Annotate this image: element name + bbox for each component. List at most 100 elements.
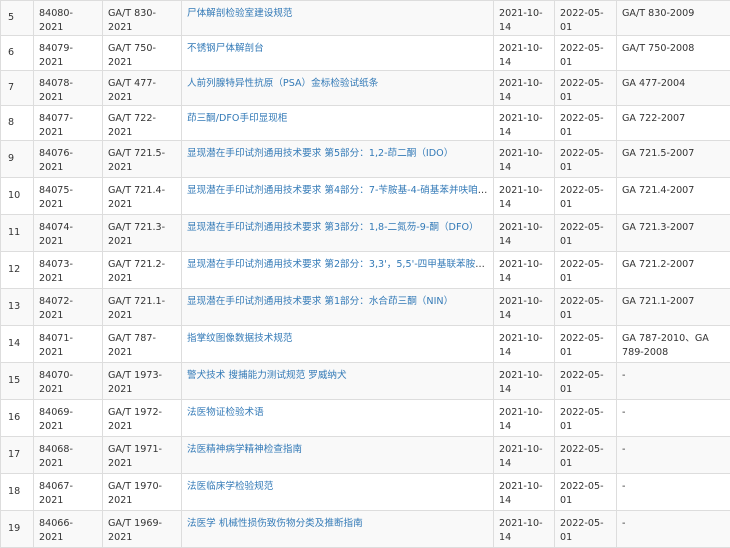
replaced-standard: GA 721.1-2007 bbox=[622, 296, 694, 307]
replaced-standard: - bbox=[622, 370, 625, 381]
standard-title-link[interactable]: 显现潜在手印试剂通用技术要求 第3部分：1,8-二氮芴-9-酮（DFO） bbox=[187, 222, 479, 233]
cell-replaced-standard: GA/T 830-2009 bbox=[617, 1, 730, 36]
replaced-standard: GA/T 750-2008 bbox=[622, 43, 694, 54]
effective-date: 2022-05-01 bbox=[560, 518, 604, 543]
table-row: 1784068-2021GA/T 1971-2021法医精神病学精神检查指南20… bbox=[1, 437, 730, 474]
standard-title-link[interactable]: 显现潜在手印试剂通用技术要求 第4部分：7-苄胺基-4-硝基苯并呋咱（… bbox=[187, 185, 488, 196]
cell-issue-date: 2021-10-14 bbox=[494, 1, 555, 36]
effective-date: 2022-05-01 bbox=[560, 296, 604, 321]
cell-issue-date: 2021-10-14 bbox=[494, 437, 555, 474]
cell-replaced-standard: GA 721.4-2007 bbox=[617, 178, 730, 215]
standard-code: GA/T 750-2021 bbox=[108, 43, 156, 68]
issue-date: 2021-10-14 bbox=[499, 8, 543, 33]
effective-date: 2022-05-01 bbox=[560, 259, 604, 284]
cell-replaced-standard: - bbox=[617, 363, 730, 400]
cell-standard-code: GA/T 477-2021 bbox=[103, 71, 182, 106]
cell-issue-date: 2021-10-14 bbox=[494, 363, 555, 400]
replaced-standard: - bbox=[622, 518, 625, 529]
record-id: 84067-2021 bbox=[39, 481, 73, 506]
cell-issue-date: 2021-10-14 bbox=[494, 474, 555, 511]
record-id: 84072-2021 bbox=[39, 296, 73, 321]
cell-standard-title-link: 显现潜在手印试剂通用技术要求 第2部分：3,3'，5,5'-四甲基联苯胺（T… bbox=[182, 252, 494, 289]
standard-title-link[interactable]: 指掌纹图像数据技术规范 bbox=[187, 333, 293, 344]
cell-effective-date: 2022-05-01 bbox=[555, 106, 617, 141]
cell-standard-title-link: 茚三酮/DFO手印显现柜 bbox=[182, 106, 494, 141]
cell-record-id: 84078-2021 bbox=[34, 71, 103, 106]
cell-effective-date: 2022-05-01 bbox=[555, 36, 617, 71]
standard-title-link[interactable]: 警犬技术 搜捕能力测试规范 罗威纳犬 bbox=[187, 370, 347, 381]
cell-standard-code: GA/T 722-2021 bbox=[103, 106, 182, 141]
effective-date: 2022-05-01 bbox=[560, 8, 604, 33]
cell-record-id: 84072-2021 bbox=[34, 289, 103, 326]
cell-record-id: 84073-2021 bbox=[34, 252, 103, 289]
cell-issue-date: 2021-10-14 bbox=[494, 36, 555, 71]
record-id: 84070-2021 bbox=[39, 370, 73, 395]
table-row: 984076-2021 GA/T 721.5-2021 显现潜在手印试剂通用技术要求… bbox=[1, 141, 730, 178]
standard-code: GA/T 830-2021 bbox=[108, 8, 156, 33]
replaced-standard: GA 721.5-2007 bbox=[622, 148, 694, 159]
effective-date: 2022-05-01 bbox=[560, 370, 604, 395]
cell-standard-code: GA/T 787-2021 bbox=[103, 326, 182, 363]
cell-standard-title-link: 法医精神病学精神检查指南 bbox=[182, 437, 494, 474]
standard-title-link[interactable]: 显现潜在手印试剂通用技术要求 第2部分：3,3'，5,5'-四甲基联苯胺（T… bbox=[187, 259, 488, 270]
standard-title-link[interactable]: 法医物证检验术语 bbox=[187, 407, 264, 418]
standard-title-link[interactable]: 法医精神病学精神检查指南 bbox=[187, 444, 302, 455]
cell-row-number: 9 bbox=[1, 141, 34, 178]
standard-code: GA/T 721.5-2021 bbox=[108, 148, 165, 173]
standard-title-link[interactable]: 人前列腺特异性抗原（PSA）金标检验试纸条 bbox=[187, 78, 378, 89]
cell-effective-date: 2022-05-01 bbox=[555, 511, 617, 548]
effective-date: 2022-05-01 bbox=[560, 185, 604, 210]
cell-standard-code: GA/T 830-2021 bbox=[103, 1, 182, 36]
cell-record-id: 84071-2021 bbox=[34, 326, 103, 363]
standard-code: GA/T 1969-2021 bbox=[108, 518, 162, 543]
row-number: 17 bbox=[8, 449, 20, 460]
standard-title-link[interactable]: 法医临床学检验规范 bbox=[187, 481, 273, 492]
cell-issue-date: 2021-10-14 bbox=[494, 511, 555, 548]
cell-standard-title-link: 警犬技术 搜捕能力测试规范 罗威纳犬 bbox=[182, 363, 494, 400]
standard-title-link[interactable]: 尸体解剖检验室建设规范 bbox=[187, 8, 293, 19]
effective-date: 2022-05-01 bbox=[560, 407, 604, 432]
cell-row-number: 18 bbox=[1, 474, 34, 511]
standard-title-link[interactable]: 显现潜在手印试剂通用技术要求 第1部分：水合茚三酮（NIN） bbox=[187, 296, 453, 307]
cell-issue-date: 2021-10-14 bbox=[494, 326, 555, 363]
standard-code: GA/T 1972-2021 bbox=[108, 407, 162, 432]
table-row: 884077-2021GA/T 722-2021茚三酮/DFO手印显现柜2021… bbox=[1, 106, 730, 141]
record-id: 84076-2021 bbox=[39, 148, 73, 173]
replaced-standard: GA 721.2-2007 bbox=[622, 259, 694, 270]
cell-standard-title-link: 显现潜在手印试剂通用技术要求 第1部分：水合茚三酮（NIN） bbox=[182, 289, 494, 326]
cell-record-id: 84076-2021 bbox=[34, 141, 103, 178]
standard-title-link[interactable]: 茚三酮/DFO手印显现柜 bbox=[187, 113, 287, 124]
issue-date: 2021-10-14 bbox=[499, 43, 543, 68]
issue-date: 2021-10-14 bbox=[499, 148, 543, 173]
cell-issue-date: 2021-10-14 bbox=[494, 71, 555, 106]
cell-row-number: 11 bbox=[1, 215, 34, 252]
cell-record-id: 84077-2021 bbox=[34, 106, 103, 141]
record-id: 84071-2021 bbox=[39, 333, 73, 358]
standard-code: GA/T 722-2021 bbox=[108, 113, 156, 138]
cell-row-number: 15 bbox=[1, 363, 34, 400]
table-row: 1084075-2021GA/T 721.4-2021显现潜在手印试剂通用技术要… bbox=[1, 178, 730, 215]
issue-date: 2021-10-14 bbox=[499, 444, 543, 469]
cell-row-number: 14 bbox=[1, 326, 34, 363]
cell-standard-code: GA/T 721.4-2021 bbox=[103, 178, 182, 215]
cell-effective-date: 2022-05-01 bbox=[555, 474, 617, 511]
cell-standard-title-link: 法医物证检验术语 bbox=[182, 400, 494, 437]
cell-standard-title-link: 尸体解剖检验室建设规范 bbox=[182, 1, 494, 36]
cell-record-id: 84070-2021 bbox=[34, 363, 103, 400]
cell-standard-code: GA/T 721.5-2021 bbox=[103, 141, 182, 178]
cell-record-id: 84068-2021 bbox=[34, 437, 103, 474]
cell-replaced-standard: - bbox=[617, 474, 730, 511]
standard-title-link[interactable]: 不锈钢尸体解剖台 bbox=[187, 43, 264, 54]
replaced-standard: GA 722-2007 bbox=[622, 113, 685, 124]
standard-title-link[interactable]: 显现潜在手印试剂通用技术要求 第5部分：1,2-茚二酮（IDO） bbox=[187, 148, 453, 159]
cell-record-id: 84074-2021 bbox=[34, 215, 103, 252]
cell-standard-title-link: 指掌纹图像数据技术规范 bbox=[182, 326, 494, 363]
cell-record-id: 84080-2021 bbox=[34, 1, 103, 36]
record-id: 84069-2021 bbox=[39, 407, 73, 432]
replaced-standard: GA 721.4-2007 bbox=[622, 185, 694, 196]
cell-issue-date: 2021-10-14 bbox=[494, 106, 555, 141]
row-number: 6 bbox=[8, 47, 14, 58]
standard-title-link[interactable]: 法医学 机械性损伤致伤物分类及推断指南 bbox=[187, 518, 363, 529]
cell-standard-title-link: 法医临床学检验规范 bbox=[182, 474, 494, 511]
cell-issue-date: 2021-10-14 bbox=[494, 141, 555, 178]
